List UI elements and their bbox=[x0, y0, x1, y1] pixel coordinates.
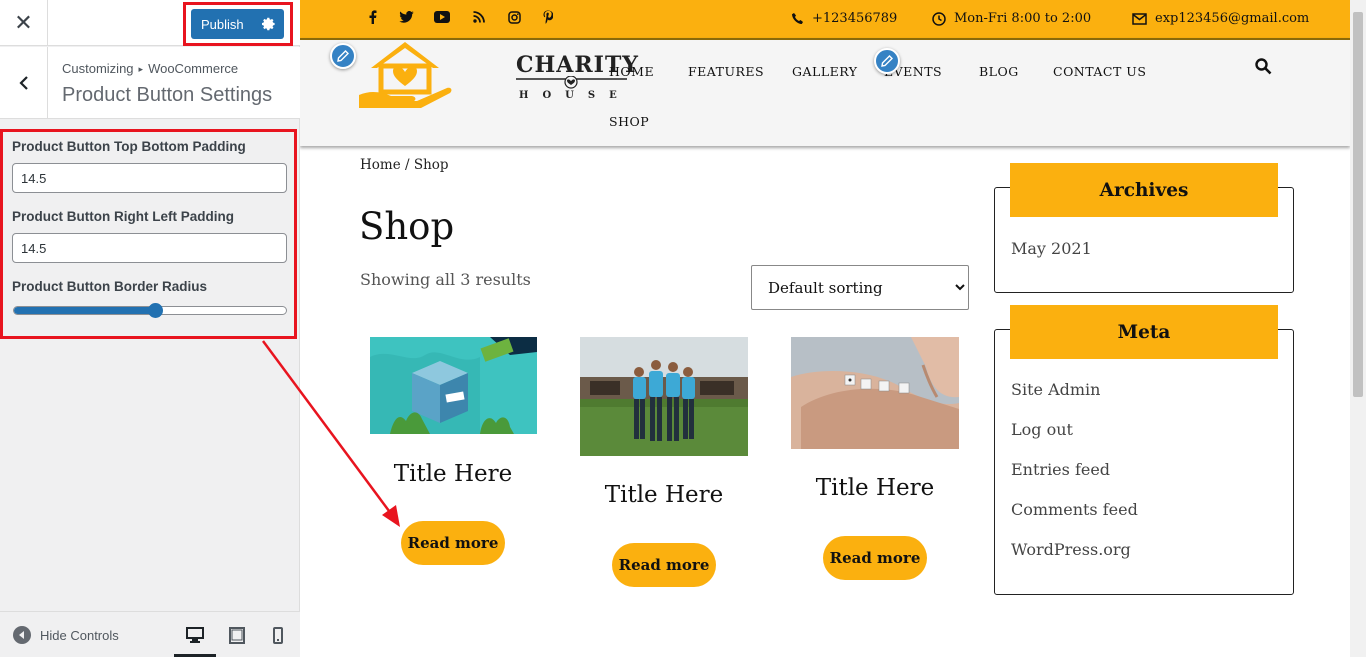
search-icon[interactable] bbox=[1255, 58, 1272, 75]
nav-blog[interactable]: BLOG bbox=[979, 64, 1019, 79]
site-preview: +123456789 Mon-Fri 8:00 to 2:00 exp12345… bbox=[300, 0, 1366, 657]
breadcrumb-root: Customizing bbox=[62, 61, 134, 76]
meta-link-comments-feed[interactable]: Comments feed bbox=[1011, 500, 1138, 519]
slider-thumb[interactable] bbox=[148, 303, 163, 318]
nav-gallery[interactable]: GALLERY bbox=[792, 64, 858, 79]
twitter-icon[interactable] bbox=[398, 9, 414, 25]
result-count: Showing all 3 results bbox=[360, 270, 531, 289]
charity-house-logo-icon bbox=[359, 42, 452, 108]
logo-tagline: HOUSE bbox=[519, 90, 631, 101]
site-header: CHARITY HOUSE HOME FEATURES GALLERY EVEN… bbox=[300, 38, 1350, 146]
publish-label: Publish bbox=[201, 16, 244, 32]
close-customizer-button[interactable]: ✕ bbox=[0, 0, 48, 46]
email-address: exp123456@gmail.com bbox=[1155, 11, 1310, 26]
section-title: Product Button Settings bbox=[62, 84, 273, 106]
rss-icon[interactable] bbox=[471, 9, 487, 25]
phone-info: +123456789 bbox=[791, 11, 897, 26]
preview-scrollbar[interactable] bbox=[1350, 0, 1366, 657]
right-left-padding-label: Product Button Right Left Padding bbox=[12, 209, 234, 224]
meta-link-log-out[interactable]: Log out bbox=[1011, 420, 1073, 439]
section-header: Customizing ▸ WooCommerce Product Button S… bbox=[0, 47, 300, 119]
product-title[interactable]: Title Here bbox=[770, 475, 980, 501]
chevron-left-icon bbox=[18, 76, 28, 90]
product-title[interactable]: Title Here bbox=[348, 461, 558, 487]
tablet-icon[interactable] bbox=[226, 624, 248, 646]
read-more-button[interactable]: Read more bbox=[612, 543, 716, 587]
scrollbar-thumb[interactable] bbox=[1353, 12, 1363, 397]
read-more-button[interactable]: Read more bbox=[823, 536, 927, 580]
mobile-icon[interactable] bbox=[267, 624, 289, 646]
meta-link-entries-feed[interactable]: Entries feed bbox=[1011, 460, 1110, 479]
desktop-icon[interactable] bbox=[184, 624, 206, 646]
top-bar: +123456789 Mon-Fri 8:00 to 2:00 exp12345… bbox=[300, 0, 1350, 38]
instagram-icon[interactable] bbox=[506, 9, 522, 25]
breadcrumb-section: WooCommerce bbox=[148, 61, 239, 76]
publish-button[interactable]: Publish bbox=[191, 9, 284, 39]
site-logo[interactable]: CHARITY HOUSE bbox=[359, 40, 638, 110]
edit-shortcut-menu[interactable] bbox=[874, 48, 900, 74]
gear-icon[interactable] bbox=[259, 14, 279, 34]
customizer-footer: Hide Controls bbox=[0, 611, 300, 657]
sorting-select[interactable]: Default sorting bbox=[751, 265, 969, 310]
top-bottom-padding-label: Product Button Top Bottom Padding bbox=[12, 139, 246, 154]
product-image[interactable] bbox=[791, 337, 959, 449]
page-breadcrumb: Home / Shop bbox=[360, 157, 449, 173]
pencil-icon bbox=[881, 55, 893, 67]
phone-number: +123456789 bbox=[812, 11, 898, 26]
nav-contact[interactable]: CONTACT US bbox=[1053, 64, 1146, 79]
pencil-icon bbox=[337, 50, 349, 62]
slider-fill bbox=[14, 307, 155, 314]
email-info: exp123456@gmail.com bbox=[1132, 11, 1309, 26]
hide-controls-label: Hide Controls bbox=[40, 627, 119, 643]
customizer-header: ✕ Publish bbox=[0, 0, 300, 46]
hours-info: Mon-Fri 8:00 to 2:00 bbox=[932, 11, 1091, 26]
opening-hours: Mon-Fri 8:00 to 2:00 bbox=[954, 11, 1092, 26]
page-title: Shop bbox=[359, 205, 455, 248]
nav-home[interactable]: HOME bbox=[609, 64, 654, 79]
top-bottom-padding-input[interactable] bbox=[12, 163, 287, 193]
youtube-icon[interactable] bbox=[434, 9, 450, 25]
nav-shop[interactable]: SHOP bbox=[609, 114, 649, 129]
hide-controls-button[interactable]: Hide Controls bbox=[13, 626, 119, 644]
archive-link[interactable]: May 2021 bbox=[1011, 239, 1092, 258]
product-image[interactable] bbox=[370, 337, 537, 434]
envelope-icon bbox=[1132, 12, 1147, 25]
breadcrumb-separator: ▸ bbox=[138, 64, 144, 74]
collapse-icon bbox=[13, 626, 31, 644]
facebook-icon[interactable] bbox=[365, 9, 381, 25]
nav-features[interactable]: FEATURES bbox=[688, 64, 764, 79]
right-left-padding-input[interactable] bbox=[12, 233, 287, 263]
customizer-breadcrumb: Customizing ▸ WooCommerce bbox=[62, 61, 238, 76]
back-button[interactable] bbox=[0, 47, 48, 119]
close-icon: ✕ bbox=[14, 10, 33, 35]
border-radius-label: Product Button Border Radius bbox=[12, 279, 207, 294]
meta-widget-title: Meta bbox=[1010, 305, 1278, 359]
meta-link-site-admin[interactable]: Site Admin bbox=[1011, 380, 1100, 399]
meta-link-wordpress[interactable]: WordPress.org bbox=[1011, 540, 1131, 559]
clock-icon bbox=[932, 11, 946, 26]
edit-shortcut-logo[interactable] bbox=[330, 43, 356, 69]
phone-icon bbox=[792, 13, 803, 24]
product-title[interactable]: Title Here bbox=[559, 482, 769, 508]
archives-widget-title: Archives bbox=[1010, 163, 1278, 217]
read-more-button[interactable]: Read more bbox=[401, 521, 505, 565]
customizer-sidebar: ✕ Publish Customizing ▸ WooCommerce Produc… bbox=[0, 0, 300, 657]
product-image[interactable] bbox=[580, 337, 748, 456]
pinterest-icon[interactable] bbox=[540, 9, 556, 25]
